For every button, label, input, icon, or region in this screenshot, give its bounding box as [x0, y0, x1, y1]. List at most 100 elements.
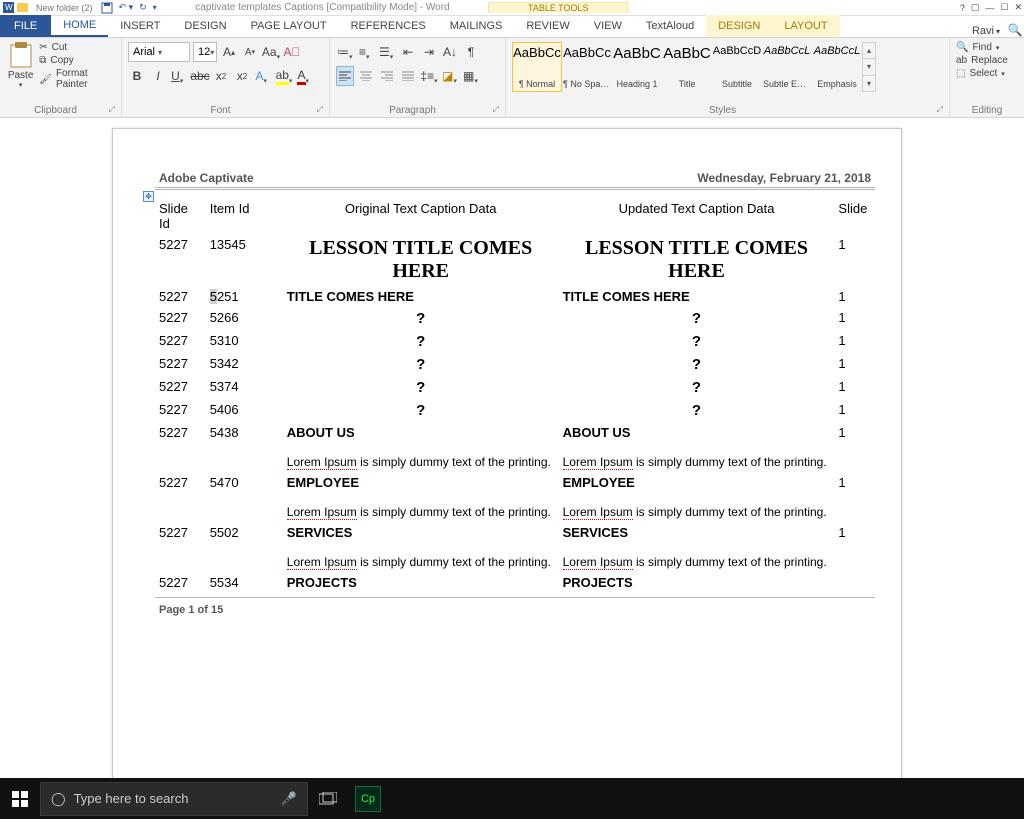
shading-button[interactable]: ◪▾: [441, 66, 459, 86]
italic-button[interactable]: I: [149, 66, 167, 86]
paste-button[interactable]: Paste ▾: [6, 40, 35, 98]
font-dialog-launcher-icon[interactable]: ⤢: [313, 105, 323, 115]
select-button[interactable]: ⬚Select▾: [956, 68, 1018, 79]
help-icon[interactable]: ?: [960, 3, 965, 13]
cell: ?: [559, 330, 835, 353]
style-subtitle[interactable]: AaBbCcDSubtitle: [712, 42, 762, 92]
subscript-button[interactable]: x2: [212, 66, 230, 86]
tab-insert[interactable]: INSERT: [108, 15, 172, 37]
save-icon[interactable]: [101, 2, 113, 14]
cell: ?: [559, 376, 835, 399]
user-menu[interactable]: Ravi▾: [966, 25, 1006, 37]
ribbon: Paste ▾ ✂Cut ⧉Copy 🖌Format Painter Clipb…: [0, 38, 1024, 118]
replace-button[interactable]: abReplace: [956, 55, 1018, 66]
tab-view[interactable]: VIEW: [582, 15, 634, 37]
maximize-icon[interactable]: ☐: [1000, 2, 1008, 13]
shrink-font-button[interactable]: A▾: [241, 42, 259, 62]
decrease-indent-button[interactable]: ⇤: [399, 42, 417, 62]
table-move-handle-icon[interactable]: ✥: [143, 191, 154, 202]
align-left-button[interactable]: [336, 66, 354, 86]
gallery-expand-icon[interactable]: ▾: [863, 76, 875, 91]
minimize-icon[interactable]: —: [985, 3, 994, 13]
style-subtle-emphasis[interactable]: AaBbCcLSubtle Em...: [762, 42, 812, 92]
superscript-button[interactable]: x2: [233, 66, 251, 86]
bullets-button[interactable]: ≔▾: [336, 42, 354, 62]
cell: ?: [559, 399, 835, 422]
underline-button[interactable]: U▾: [170, 66, 188, 86]
redo-icon[interactable]: ↻: [139, 2, 147, 13]
tab-table-design[interactable]: DESIGN: [706, 15, 772, 37]
search-icon[interactable]: 🔍: [1006, 23, 1024, 37]
heading: EMPLOYEE: [287, 475, 555, 490]
close-icon[interactable]: ✕: [1014, 2, 1022, 13]
format-painter-button[interactable]: 🖌Format Painter: [39, 68, 115, 90]
font-size-value: 12: [198, 46, 210, 58]
selected-text[interactable]: 5: [210, 289, 217, 304]
cell: ?: [559, 353, 835, 376]
tab-home[interactable]: HOME: [51, 15, 108, 37]
paragraph-dialog-launcher-icon[interactable]: ⤢: [489, 105, 499, 115]
find-button[interactable]: 🔍Find▾: [956, 42, 1018, 53]
align-right-button[interactable]: [378, 66, 396, 86]
col-item-id: Item Id: [206, 198, 283, 234]
sort-button[interactable]: A↓: [441, 42, 459, 62]
tab-page-layout[interactable]: PAGE LAYOUT: [239, 15, 339, 37]
style-no-spacing[interactable]: AaBbCc¶ No Spac...: [562, 42, 612, 92]
user-name-label: Ravi: [972, 25, 994, 37]
cell: SERVICESLorem Ipsum is simply dummy text…: [283, 522, 559, 572]
cell: 5227: [155, 422, 206, 472]
document-area[interactable]: ✥ Adobe Captivate Wednesday, February 21…: [0, 118, 1024, 778]
tab-review[interactable]: REVIEW: [514, 15, 581, 37]
show-marks-button[interactable]: ¶: [462, 42, 480, 62]
cell: ?: [283, 353, 559, 376]
numbering-button[interactable]: ≡▾: [357, 42, 375, 62]
bold-button[interactable]: B: [128, 66, 146, 86]
heading: SERVICES: [563, 525, 831, 540]
clear-formatting-button[interactable]: A⃠: [283, 42, 301, 62]
tab-references[interactable]: REFERENCES: [339, 15, 438, 37]
copy-button[interactable]: ⧉Copy: [39, 55, 115, 66]
style-normal[interactable]: AaBbCc¶ Normal: [512, 42, 562, 92]
text-effects-button[interactable]: A▾: [254, 66, 272, 86]
style-heading1[interactable]: AaBbCHeading 1: [612, 42, 662, 92]
borders-button[interactable]: ▦▾: [462, 66, 480, 86]
justify-button[interactable]: [399, 66, 417, 86]
table-row: 5227 5251 TITLE COMES HERE TITLE COMES H…: [155, 286, 875, 307]
tab-table-layout[interactable]: LAYOUT: [772, 15, 839, 37]
mic-icon[interactable]: 🎤: [281, 791, 297, 807]
style-title[interactable]: AaBbCTitle: [662, 42, 712, 92]
tab-textaloud[interactable]: TextAloud: [634, 15, 706, 37]
highlight-button[interactable]: ab▾: [275, 66, 293, 86]
captivate-task-icon[interactable]: Cp: [348, 779, 388, 819]
align-center-button[interactable]: [357, 66, 375, 86]
tab-design[interactable]: DESIGN: [172, 15, 238, 37]
taskbar-search[interactable]: ◯ Type here to search 🎤: [40, 782, 308, 816]
style-emphasis[interactable]: AaBbCcLEmphasis: [812, 42, 862, 92]
start-button[interactable]: [0, 779, 40, 819]
tab-file[interactable]: FILE: [0, 15, 51, 37]
task-view-button[interactable]: [308, 779, 348, 819]
cell: PROJECTS: [559, 572, 835, 593]
tab-mailings[interactable]: MAILINGS: [438, 15, 515, 37]
font-color-button[interactable]: A▾: [296, 66, 314, 86]
change-case-button[interactable]: Aa▾: [262, 42, 280, 62]
clipboard-dialog-launcher-icon[interactable]: ⤢: [105, 105, 115, 115]
scroll-down-icon[interactable]: ▾: [863, 59, 875, 75]
ribbon-display-icon[interactable]: ▢: [971, 2, 980, 13]
cell: ABOUT USLorem Ipsum is simply dummy text…: [559, 422, 835, 472]
cut-button[interactable]: ✂Cut: [39, 42, 115, 53]
styles-dialog-launcher-icon[interactable]: ⤢: [933, 105, 943, 115]
scroll-up-icon[interactable]: ▴: [863, 43, 875, 59]
cell-lesson-title: LESSON TITLE COMES HERE: [283, 234, 559, 286]
styles-gallery-scroll[interactable]: ▴▾▾: [862, 42, 876, 92]
font-name-combo[interactable]: Arial▾: [128, 42, 190, 62]
multilevel-list-button[interactable]: ☰▾: [378, 42, 396, 62]
doc-header-right: Wednesday, February 21, 2018: [697, 171, 871, 185]
line-spacing-button[interactable]: ‡≡▾: [420, 66, 438, 86]
paragraph-group-label: Paragraph: [336, 103, 489, 117]
strikethrough-button[interactable]: abc: [191, 66, 209, 86]
font-size-combo[interactable]: 12▾: [193, 42, 217, 62]
undo-icon[interactable]: ↶ ▾: [119, 2, 134, 13]
increase-indent-button[interactable]: ⇥: [420, 42, 438, 62]
grow-font-button[interactable]: A▴: [220, 42, 238, 62]
